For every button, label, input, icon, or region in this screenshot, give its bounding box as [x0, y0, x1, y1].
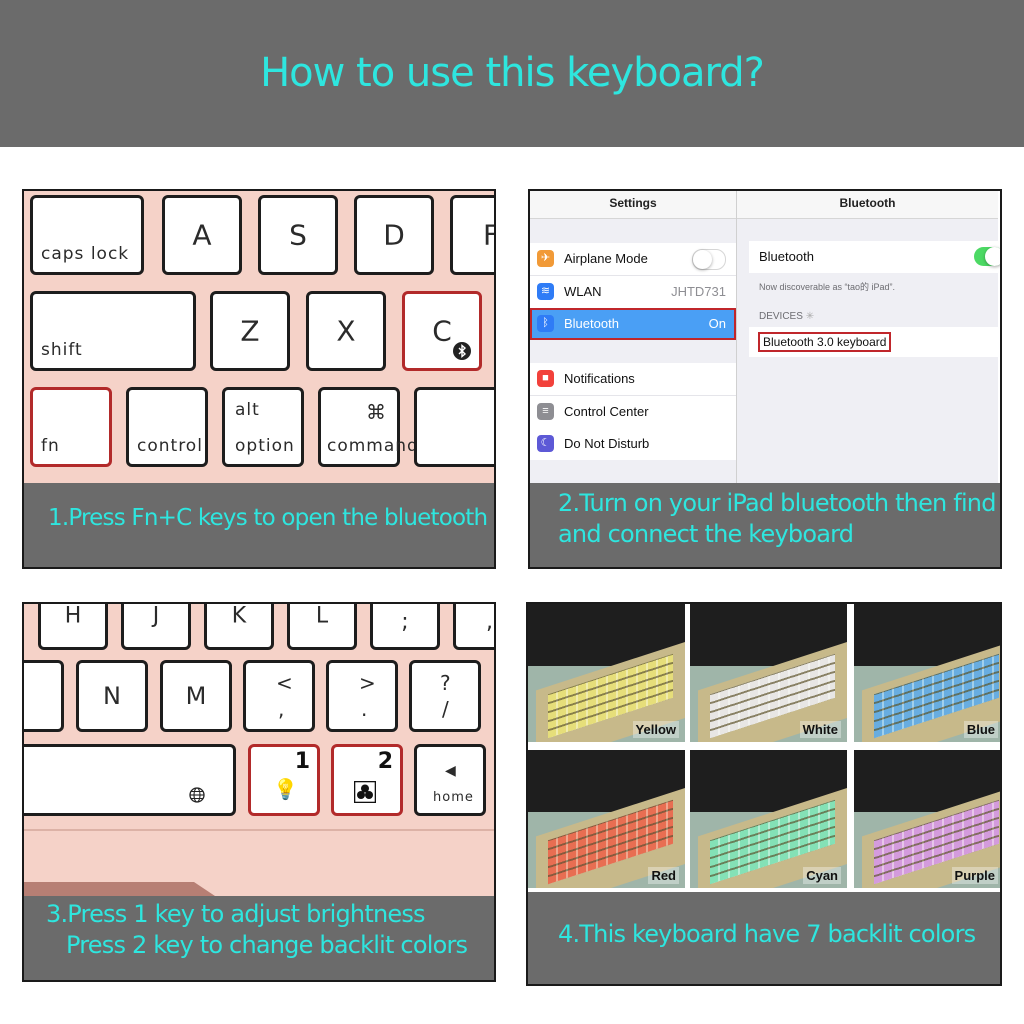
discoverable-text: Now discoverable as “tao的 iPad”. — [759, 282, 896, 292]
key-1-brightness: 1 💡 — [248, 744, 320, 816]
backlight-photo-blue: Blue — [854, 604, 1000, 742]
key-slash: ? / — [409, 660, 481, 732]
key-caps-lock: caps lock — [30, 195, 144, 275]
key-x: X — [306, 291, 386, 371]
notifications-icon: ■ — [537, 370, 554, 387]
bluetooth-pane: Bluetooth Bluetooth Now discoverable as … — [737, 191, 1000, 483]
keyboard-photo-fn-c: caps lock A S D F shift Z X C fn control… — [24, 191, 494, 483]
settings-item-control-center[interactable]: ≡ Control Center — [530, 396, 736, 429]
step4-caption: 4.This keyboard have 7 backlit colors — [528, 892, 1000, 984]
devices-header: DEVICES ✳ — [759, 311, 815, 322]
key-fn-highlighted: fn — [30, 387, 112, 467]
settings-item-notifications[interactable]: ■ Notifications — [530, 363, 736, 396]
key-j: J — [121, 604, 191, 650]
header-banner: How to use this keyboard? — [0, 0, 1024, 147]
color-label: Purple — [951, 867, 998, 884]
key-a: A — [162, 195, 242, 275]
keyboard-edge — [24, 829, 494, 831]
bluetooth-pane-title: Bluetooth — [737, 191, 998, 219]
key-n: N — [76, 660, 148, 732]
keyboard-photo-number-keys: H J K L ; , B N M <, >. ?/ 1 💡 2 ◀ home — [24, 604, 494, 902]
airplane-icon: ✈ — [537, 250, 554, 267]
key-semicolon: ; — [370, 604, 440, 650]
step3-panel: H J K L ; , B N M <, >. ?/ 1 💡 2 ◀ home … — [22, 602, 496, 982]
bulb-icon: 💡 — [273, 777, 298, 801]
settings-item-wlan[interactable]: ≋ WLAN JHTD731 — [530, 276, 736, 308]
color-label: White — [799, 721, 841, 738]
step2-caption: 2.Turn on your iPad bluetooth then find … — [530, 483, 1000, 567]
bluetooth-icon: ᛒ — [537, 315, 554, 332]
key-c-highlighted: C — [402, 291, 482, 371]
key-h: H — [38, 604, 108, 650]
backlight-photo-purple: Purple — [854, 750, 1000, 888]
key-control: control — [126, 387, 208, 467]
backlight-color-grid: Yellow White Blue Red Cyan Purple — [528, 604, 1000, 894]
control-center-icon: ≡ — [537, 403, 554, 420]
step4-panel: Yellow White Blue Red Cyan Purple 4.This keyb… — [526, 602, 1002, 986]
ipad-settings-screenshot: Settings ✈ Airplane Mode ≋ WLAN JHTD731 … — [530, 191, 1000, 483]
step3-caption: 3.Press 1 key to adjust brightness Press… — [24, 896, 494, 980]
key-m: M — [160, 660, 232, 732]
key-apostrophe: , — [453, 604, 494, 650]
settings-item-bluetooth-selected[interactable]: ᛒ Bluetooth On — [530, 308, 736, 340]
key-k: K — [204, 604, 274, 650]
color-label: Cyan — [803, 867, 841, 884]
key-shift: shift — [30, 291, 196, 371]
settings-title: Settings — [530, 191, 736, 219]
color-label: Blue — [963, 721, 998, 738]
color-label: Red — [648, 867, 679, 884]
key-home: ◀ home — [414, 744, 486, 816]
key-l: L — [287, 604, 357, 650]
key-space — [414, 387, 494, 467]
color-label: Yellow — [632, 721, 679, 738]
settings-sidebar: Settings ✈ Airplane Mode ≋ WLAN JHTD731 … — [530, 191, 737, 483]
bluetooth-toggle-row[interactable]: Bluetooth — [749, 241, 1000, 273]
left-arrow-icon: ◀ — [445, 763, 456, 779]
key-comma: <, — [243, 660, 315, 732]
key-f: F — [450, 195, 494, 275]
backlight-photo-white: White — [690, 604, 847, 742]
key-s: S — [258, 195, 338, 275]
step1-caption: 1.Press Fn+C keys to open the bluetooth — [24, 483, 494, 567]
settings-item-do-not-disturb[interactable]: ☾ Do Not Disturb — [530, 428, 736, 460]
device-bluetooth-keyboard[interactable]: Bluetooth 3.0 keyboard — [758, 332, 892, 352]
key-2-backlight-color: 2 — [331, 744, 403, 816]
spinner-icon: ✳ — [805, 311, 815, 322]
color-circles-icon — [354, 781, 376, 803]
key-space-bar — [24, 744, 236, 816]
key-command: ⌘ command — [318, 387, 418, 467]
bluetooth-toggle[interactable] — [974, 247, 1000, 266]
backlight-photo-yellow: Yellow — [528, 604, 685, 742]
page-title: How to use this keyboard? — [260, 50, 765, 96]
globe-icon — [189, 787, 205, 803]
moon-icon: ☾ — [537, 435, 554, 452]
key-z: Z — [210, 291, 290, 371]
airplane-toggle[interactable] — [692, 249, 726, 270]
key-b: B — [24, 660, 64, 732]
step1-panel: caps lock A S D F shift Z X C fn control… — [22, 189, 496, 569]
settings-item-airplane-mode[interactable]: ✈ Airplane Mode — [530, 243, 736, 276]
key-d: D — [354, 195, 434, 275]
wifi-icon: ≋ — [537, 283, 554, 300]
backlight-photo-cyan: Cyan — [690, 750, 847, 888]
key-period: >. — [326, 660, 398, 732]
bluetooth-icon — [453, 342, 471, 360]
key-option: alt option — [222, 387, 304, 467]
step2-panel: Settings ✈ Airplane Mode ≋ WLAN JHTD731 … — [528, 189, 1002, 569]
backlight-photo-red: Red — [528, 750, 685, 888]
